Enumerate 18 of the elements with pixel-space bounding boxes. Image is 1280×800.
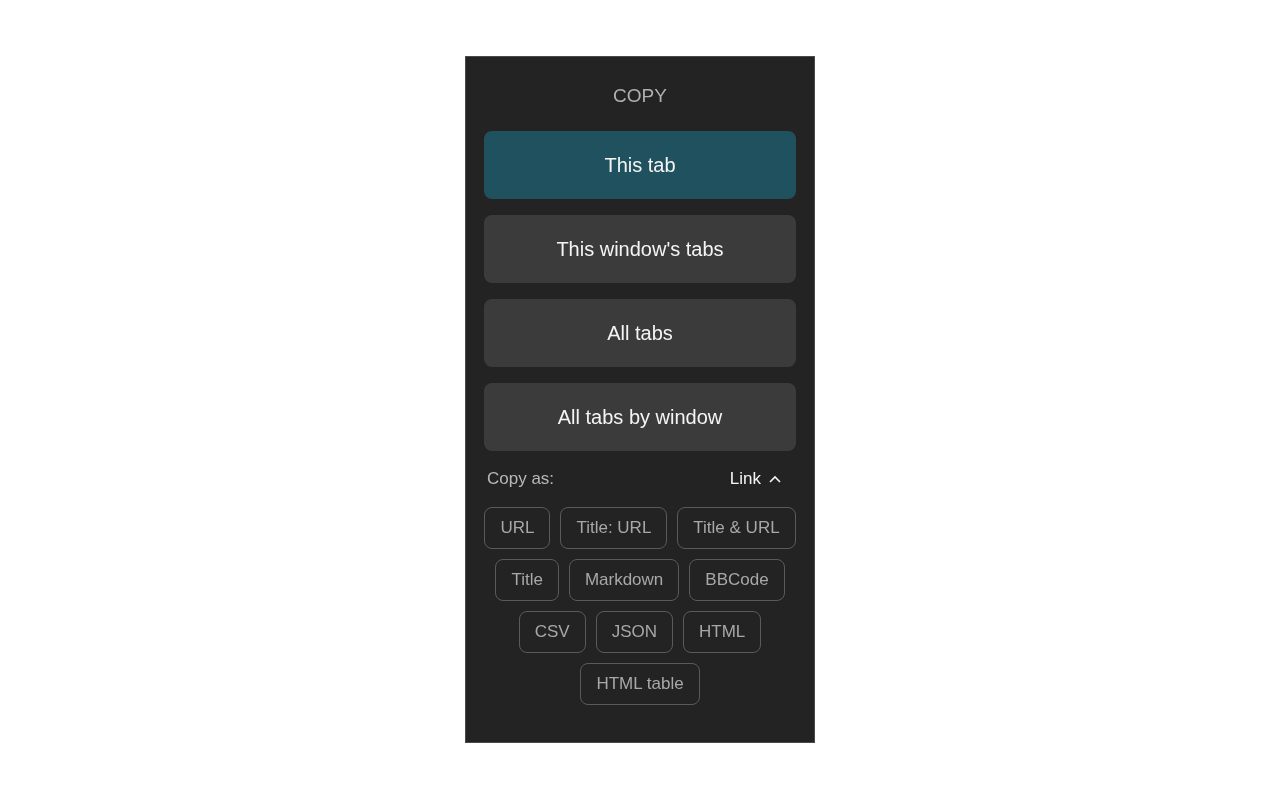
format-chip[interactable]: Title & URL [677, 507, 796, 549]
format-chip[interactable]: HTML [683, 611, 762, 653]
copy-as-label: Copy as: [487, 469, 555, 489]
chevron-up-icon [769, 475, 781, 483]
format-chip[interactable]: JSON [595, 611, 673, 653]
scope-button[interactable]: All tabs [484, 299, 796, 367]
scope-button[interactable]: This tab [484, 131, 796, 199]
format-chip[interactable]: BBCode [689, 559, 785, 601]
format-chip[interactable]: Title [495, 559, 559, 601]
scope-button[interactable]: This window's tabs [484, 215, 796, 283]
format-chip[interactable]: Markdown [568, 559, 680, 601]
format-chip[interactable]: Title: URL [560, 507, 668, 549]
format-chip[interactable]: URL [484, 507, 551, 549]
format-dropdown[interactable]: Link [729, 469, 793, 489]
format-chip[interactable]: HTML table [580, 663, 700, 705]
scope-button[interactable]: All tabs by window [484, 383, 796, 451]
panel-title: COPY [613, 85, 667, 107]
format-chip[interactable]: CSV [518, 611, 586, 653]
